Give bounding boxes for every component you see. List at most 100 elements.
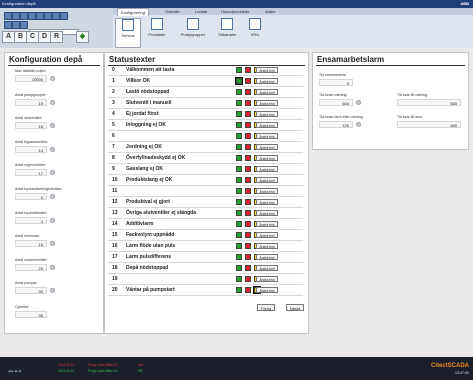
color-swatch[interactable] bbox=[236, 265, 242, 271]
ribbon-tidkanaler-button[interactable]: Tidkanaler bbox=[212, 18, 242, 46]
edit-dot-icon[interactable] bbox=[50, 194, 55, 199]
color-swatch[interactable] bbox=[236, 210, 242, 216]
color-swatch[interactable] bbox=[236, 100, 242, 106]
edit-dot-icon[interactable] bbox=[50, 288, 55, 294]
color-swatch[interactable] bbox=[245, 210, 251, 216]
home-icon[interactable] bbox=[20, 12, 28, 20]
letter-button-r[interactable]: R bbox=[50, 31, 63, 43]
value-tid-innan-varning[interactable]: 600 bbox=[319, 99, 353, 106]
info-icon[interactable] bbox=[60, 12, 68, 20]
forward-icon[interactable] bbox=[12, 12, 20, 20]
edit-text-button[interactable]: Ändra text bbox=[256, 276, 278, 282]
edit-text-button[interactable]: Ändra text bbox=[256, 232, 278, 238]
ribbon-pumpgrupper-button[interactable]: Pumpgrupper bbox=[176, 18, 210, 46]
color-swatch[interactable] bbox=[245, 287, 251, 293]
color-swatch[interactable] bbox=[236, 67, 242, 73]
color-swatch[interactable] bbox=[245, 67, 251, 73]
color-swatch[interactable] bbox=[245, 78, 251, 84]
edit-text-button[interactable]: Ändra text bbox=[256, 133, 278, 139]
color-swatch[interactable] bbox=[245, 265, 251, 271]
tab-huvudprodukter[interactable]: Huvudprodukter bbox=[218, 8, 252, 15]
color-swatch[interactable] bbox=[245, 221, 251, 227]
alarm-bell-icon[interactable]: ◆ bbox=[76, 31, 89, 43]
edit-text-button[interactable]: Ändra text bbox=[256, 155, 278, 161]
tab-oversikt[interactable]: Översikt bbox=[162, 8, 183, 15]
edit-text-button[interactable]: Ändra text bbox=[256, 265, 278, 271]
edit-dot-icon[interactable] bbox=[356, 122, 361, 127]
color-swatch[interactable] bbox=[236, 177, 242, 183]
edit-dot-icon[interactable] bbox=[356, 100, 361, 105]
edit-text-button[interactable]: Ändra text bbox=[256, 254, 278, 260]
ribbon-vru-button[interactable]: VRU bbox=[244, 18, 266, 46]
color-swatch[interactable] bbox=[245, 254, 251, 260]
edit-text-button[interactable]: Ändra text bbox=[256, 177, 278, 183]
print-icon[interactable] bbox=[36, 12, 44, 20]
edit-text-button[interactable]: Ändra text bbox=[256, 188, 278, 194]
edit-text-button[interactable]: Ändra text bbox=[256, 221, 278, 227]
edit-text-button[interactable]: Ändra text bbox=[256, 287, 278, 293]
tab-konfigurering[interactable]: Konfigurering bbox=[117, 8, 149, 16]
color-swatch[interactable] bbox=[236, 254, 242, 260]
edit-dot-icon[interactable] bbox=[50, 264, 55, 270]
pen-icon[interactable] bbox=[4, 21, 12, 29]
help-icon[interactable] bbox=[52, 12, 60, 20]
color-swatch[interactable] bbox=[245, 232, 251, 238]
color-swatch[interactable] bbox=[236, 232, 242, 238]
config-field-value[interactable]: 20 bbox=[15, 263, 47, 271]
color-swatch[interactable] bbox=[245, 133, 251, 139]
edit-dot-icon[interactable] bbox=[50, 217, 55, 223]
color-swatch[interactable] bbox=[236, 144, 242, 150]
ribbon-service-button[interactable]: Service bbox=[115, 18, 141, 48]
tab-adder[interactable]: Adder bbox=[262, 8, 279, 15]
prev-button[interactable]: Föreg bbox=[257, 304, 275, 311]
color-swatch[interactable] bbox=[236, 166, 242, 172]
color-swatch[interactable] bbox=[236, 111, 242, 117]
edit-text-button[interactable]: Ändra text bbox=[256, 166, 278, 172]
edit-dot-icon[interactable] bbox=[50, 76, 55, 81]
color-swatch[interactable] bbox=[236, 199, 242, 205]
color-swatch[interactable] bbox=[236, 155, 242, 161]
color-swatch[interactable] bbox=[236, 188, 242, 194]
refresh-icon[interactable] bbox=[28, 12, 36, 20]
config-field-value[interactable]: 4 bbox=[15, 216, 47, 224]
edit-text-button[interactable]: Ändra text bbox=[256, 243, 278, 249]
edit-dot-icon[interactable] bbox=[50, 146, 55, 152]
edit-text-button[interactable]: Ändra text bbox=[256, 144, 278, 150]
config-field-value[interactable]: 14 bbox=[15, 145, 47, 153]
edit-dot-icon[interactable] bbox=[50, 241, 55, 247]
color-swatch[interactable] bbox=[245, 243, 251, 249]
color-swatch[interactable] bbox=[245, 166, 251, 172]
color-swatch[interactable] bbox=[235, 77, 243, 85]
color-swatch[interactable] bbox=[245, 122, 251, 128]
edit-text-button[interactable]: Ändra text bbox=[256, 78, 278, 84]
edit-dot-icon[interactable] bbox=[50, 99, 55, 105]
color-swatch[interactable] bbox=[236, 122, 242, 128]
color-swatch[interactable] bbox=[236, 89, 242, 95]
color-swatch[interactable] bbox=[245, 89, 251, 95]
back-icon[interactable] bbox=[4, 12, 12, 20]
ribbon-produkter-button[interactable]: Produkter bbox=[141, 18, 173, 46]
edit-text-button[interactable]: Ändra text bbox=[256, 210, 278, 216]
config-field-value[interactable]: 30 bbox=[15, 287, 47, 295]
edit-text-button[interactable]: Ändra text bbox=[256, 67, 278, 73]
tab-loddar[interactable]: Loddar bbox=[192, 8, 210, 15]
color-swatch[interactable] bbox=[236, 221, 242, 227]
color-swatch[interactable] bbox=[245, 100, 251, 106]
config-field-value[interactable]: 0 bbox=[15, 193, 47, 200]
config-field-value[interactable]: 15 bbox=[15, 240, 47, 248]
edit-text-button[interactable]: Ändra text bbox=[256, 111, 278, 117]
nav-icons[interactable]: ◀ ▶ ▣ ◉ bbox=[8, 369, 21, 373]
color-swatch[interactable] bbox=[245, 188, 251, 194]
edit-text-button[interactable]: Ändra text bbox=[256, 100, 278, 106]
value-tid-innan-larm[interactable]: 120 bbox=[319, 121, 353, 128]
color-swatch[interactable] bbox=[236, 276, 242, 282]
config-field-value[interactable]: 18 bbox=[15, 122, 47, 130]
edit-dot-icon[interactable] bbox=[50, 123, 55, 129]
color-swatch[interactable] bbox=[236, 287, 242, 293]
color-swatch[interactable] bbox=[245, 144, 251, 150]
edit-dot-icon[interactable] bbox=[50, 170, 55, 176]
menu-icon[interactable] bbox=[12, 21, 20, 29]
color-swatch[interactable] bbox=[245, 199, 251, 205]
next-button[interactable]: Nästa bbox=[286, 304, 304, 311]
config-field-value[interactable]: 10000 bbox=[15, 75, 47, 82]
